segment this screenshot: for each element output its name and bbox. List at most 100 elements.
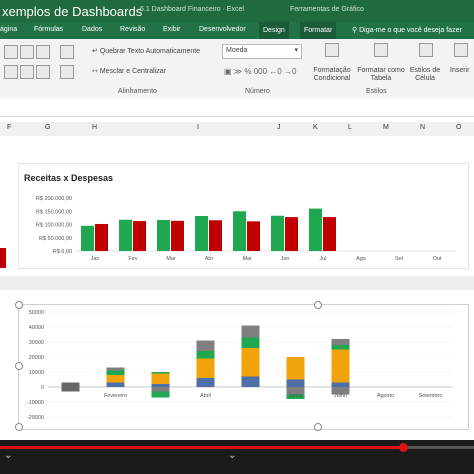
x-tick-label: Mar <box>166 256 176 262</box>
conditional-format-label: Formatação Condicional <box>313 67 351 82</box>
y-tick-label: 20000 <box>29 355 44 361</box>
number-group-label: Número <box>245 88 270 95</box>
resize-handle[interactable] <box>15 301 23 309</box>
chevron-down-icon[interactable]: ⌄ <box>228 450 236 461</box>
stacked-segment <box>196 358 215 378</box>
indent-icon[interactable] <box>60 65 74 79</box>
stacked-segment <box>241 337 260 348</box>
progress-handle[interactable] <box>398 443 408 452</box>
stacked-segment <box>286 357 305 380</box>
wrap-text-icon: ↵ <box>92 48 100 55</box>
resize-handle[interactable] <box>15 362 23 370</box>
y-tick-label: R$ 0,00 <box>53 249 72 255</box>
column-header[interactable]: N <box>420 124 425 131</box>
tab-page-layout[interactable]: ágina <box>0 26 17 33</box>
tab-view[interactable]: Exibir <box>163 26 181 33</box>
align-left-icon[interactable] <box>4 45 18 59</box>
bar-despesas <box>209 220 222 251</box>
x-tick-label: Mai <box>243 256 252 262</box>
number-format-select[interactable]: Moeda ▾ <box>222 44 302 59</box>
bar-receitas <box>157 219 170 251</box>
bar-despesas <box>171 220 184 251</box>
y-tick-label: R$ 150.000,00 <box>36 209 72 215</box>
align-right-icon[interactable] <box>36 45 50 59</box>
formula-bar[interactable] <box>0 98 474 117</box>
conditional-format-button[interactable]: Formatação Condicional <box>312 43 352 85</box>
document-title: xemplos de Dashboards <box>2 4 143 19</box>
x-tick-label: Setembro <box>419 393 443 399</box>
x-tick-label: Jan <box>91 256 100 262</box>
format-table-label: Formatar como Tabela <box>357 67 405 82</box>
bar-receitas <box>81 225 94 251</box>
chevron-down-icon[interactable]: ⌄ <box>4 450 12 461</box>
wrap-text-button[interactable]: ↵ Quebrar Texto Automaticamente <box>92 47 200 55</box>
resize-handle[interactable] <box>314 301 322 309</box>
tell-me-box[interactable]: ⚲ Diga-me o que você deseja fazer <box>352 26 462 34</box>
align-top-icon[interactable] <box>36 65 50 79</box>
y-tick-label: R$ 200.000,00 <box>36 196 72 202</box>
tab-format[interactable]: Formatar <box>300 22 337 39</box>
stacked-segment <box>61 382 80 387</box>
y-tick-label: -20000 <box>27 415 44 421</box>
stacked-segment <box>151 384 170 387</box>
insert-icon <box>454 43 468 57</box>
stacked-segment <box>106 370 125 375</box>
stacked-segment <box>196 378 215 387</box>
bar-receitas <box>119 219 132 251</box>
align-middle-icon[interactable] <box>20 65 34 79</box>
stacked-segment <box>331 349 350 383</box>
x-tick-label: Jun <box>281 256 290 262</box>
ribbon: ↵ Quebrar Texto Automaticamente ⇿ Mescla… <box>0 39 474 99</box>
bar-despesas <box>323 217 336 251</box>
x-tick-label: Ago <box>356 256 366 262</box>
bar-receitas <box>309 208 322 251</box>
format-table-button[interactable]: Formatar como Tabela <box>356 43 406 85</box>
column-header[interactable]: O <box>456 124 461 131</box>
stacked-segment <box>331 345 350 350</box>
merge-center-button[interactable]: ⇿ Mesclar e Centralizar <box>92 67 166 75</box>
orientation-icon[interactable] <box>60 45 74 59</box>
cell-styles-button[interactable]: Estilos de Célula <box>408 43 442 85</box>
y-tick-label: 30000 <box>29 340 44 346</box>
resize-handle[interactable] <box>15 423 23 431</box>
stacked-segment <box>106 382 125 387</box>
tab-data[interactable]: Dados <box>82 26 102 33</box>
align-bottom-icon[interactable] <box>4 65 18 79</box>
insert-button[interactable]: Inserir <box>448 43 474 85</box>
stacked-segment <box>241 325 260 338</box>
column-header[interactable]: K <box>313 124 318 131</box>
tab-formulas[interactable]: Fórmulas <box>34 26 63 33</box>
partial-chart-bar <box>0 248 6 268</box>
y-tick-label: 50000 <box>29 310 44 316</box>
tab-developer[interactable]: Desenvolvedor <box>199 26 246 33</box>
column-header[interactable]: M <box>383 124 389 131</box>
column-header[interactable]: F <box>7 124 11 131</box>
y-tick-label: 10000 <box>29 370 44 376</box>
stacked-segment <box>151 373 170 384</box>
y-tick-label: -10000 <box>27 400 44 406</box>
column-header[interactable]: L <box>348 124 352 131</box>
stacked-segment <box>151 372 170 374</box>
column-header[interactable]: G <box>45 124 50 131</box>
styles-group-label: Estilos <box>366 88 387 95</box>
stacked-segment <box>331 382 350 387</box>
currency-percent-buttons[interactable]: ▣ ≫ % 000 ←0 →0 <box>224 67 296 76</box>
tab-design[interactable]: Design <box>259 22 289 39</box>
stacked-segment <box>151 391 170 398</box>
column-header[interactable]: J <box>277 124 281 131</box>
resize-handle[interactable] <box>314 423 322 431</box>
chart-title: Receitas x Despesas <box>24 173 114 183</box>
bar-despesas <box>133 221 146 251</box>
align-center-icon[interactable] <box>20 45 34 59</box>
stacked-segment <box>196 351 215 359</box>
stacked-segment <box>241 376 260 387</box>
y-tick-label: 40000 <box>29 325 44 331</box>
column-header[interactable]: H <box>92 124 97 131</box>
app-title: 6.1 Dashboard Financeiro · Excel <box>140 6 244 13</box>
stacked-segment <box>286 379 305 387</box>
video-progress[interactable] <box>0 443 474 452</box>
column-header[interactable]: I <box>197 124 199 131</box>
cell-styles-icon <box>419 43 433 57</box>
tab-review[interactable]: Revisão <box>120 26 145 33</box>
bar-receitas <box>195 216 208 251</box>
